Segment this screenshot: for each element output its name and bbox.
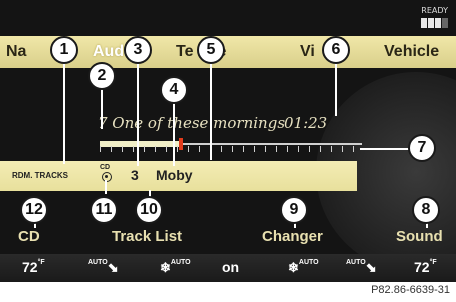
track-progress-bar[interactable] bbox=[100, 134, 362, 154]
disc-icon bbox=[102, 172, 112, 182]
right-airflow-auto[interactable]: AUTO⬊ bbox=[346, 259, 377, 276]
climate-on[interactable]: on bbox=[222, 259, 239, 275]
menu-item-navi[interactable]: Na bbox=[6, 36, 26, 68]
softkey-bar: CD Track List Changer Sound bbox=[0, 226, 456, 250]
track-list-button[interactable]: Track List bbox=[112, 228, 182, 245]
left-fan-auto[interactable]: ❄AUTO bbox=[160, 259, 191, 276]
callout-7: 7 bbox=[408, 134, 436, 162]
left-airflow-auto[interactable]: AUTO⬊ bbox=[88, 259, 119, 276]
callout-leader bbox=[360, 148, 410, 150]
callout-5: 5 bbox=[197, 36, 225, 64]
track-number: 3 bbox=[131, 167, 139, 183]
callout-3: 3 bbox=[124, 36, 152, 64]
callout-leader bbox=[335, 60, 337, 116]
elapsed-time: 01:23 bbox=[284, 114, 328, 132]
callout-1: 1 bbox=[50, 36, 78, 64]
fan-icon: ❄ bbox=[288, 260, 299, 275]
climate-bar: 72°F AUTO⬊ ❄AUTO on ❄AUTO AUTO⬊ 72°F bbox=[0, 254, 456, 282]
changer-button[interactable]: Changer bbox=[262, 228, 323, 245]
menu-item-video[interactable]: Vi bbox=[300, 36, 315, 68]
signal-bars-icon bbox=[421, 18, 448, 28]
callout-9: 9 bbox=[280, 196, 308, 224]
callout-leader bbox=[63, 60, 65, 164]
callout-4: 4 bbox=[160, 76, 188, 104]
callout-6: 6 bbox=[322, 36, 350, 64]
callout-8: 8 bbox=[412, 196, 440, 224]
display-screen: READY Na Aud Te one Vi Vehicle 7 One of … bbox=[0, 0, 456, 282]
track-title: 7 One of these mornings bbox=[98, 114, 286, 132]
callout-leader bbox=[210, 60, 212, 160]
left-temperature[interactable]: 72°F bbox=[22, 259, 45, 275]
callout-10: 10 bbox=[135, 196, 163, 224]
ready-label: READY bbox=[421, 6, 448, 15]
source-label: CD bbox=[100, 164, 111, 171]
callout-leader bbox=[101, 85, 103, 129]
right-temperature[interactable]: 72°F bbox=[414, 259, 437, 275]
callout-leader bbox=[105, 180, 107, 194]
track-line: 7 One of these mornings 01:23 bbox=[98, 114, 327, 132]
cd-button[interactable]: CD bbox=[18, 228, 40, 245]
callout-leader bbox=[137, 60, 139, 166]
menu-item-vehicle[interactable]: Vehicle bbox=[384, 36, 439, 68]
right-fan-auto[interactable]: ❄AUTO bbox=[288, 259, 319, 276]
status-indicator: READY bbox=[412, 6, 448, 32]
playback-status-bar: RDM. TRACKS CD 3 Moby bbox=[0, 161, 357, 191]
callout-leader bbox=[173, 100, 175, 166]
airflow-icon: ⬊ bbox=[365, 260, 377, 275]
callout-11: 11 bbox=[90, 196, 118, 224]
airflow-icon: ⬊ bbox=[107, 260, 119, 275]
sound-button[interactable]: Sound bbox=[396, 228, 443, 245]
artist-name: Moby bbox=[156, 167, 193, 183]
callout-12: 12 bbox=[20, 196, 48, 224]
fan-icon: ❄ bbox=[160, 260, 171, 275]
random-mode-label: RDM. TRACKS bbox=[12, 171, 68, 180]
callout-2: 2 bbox=[88, 62, 116, 90]
figure-code: P82.86-6639-31 bbox=[371, 284, 450, 296]
